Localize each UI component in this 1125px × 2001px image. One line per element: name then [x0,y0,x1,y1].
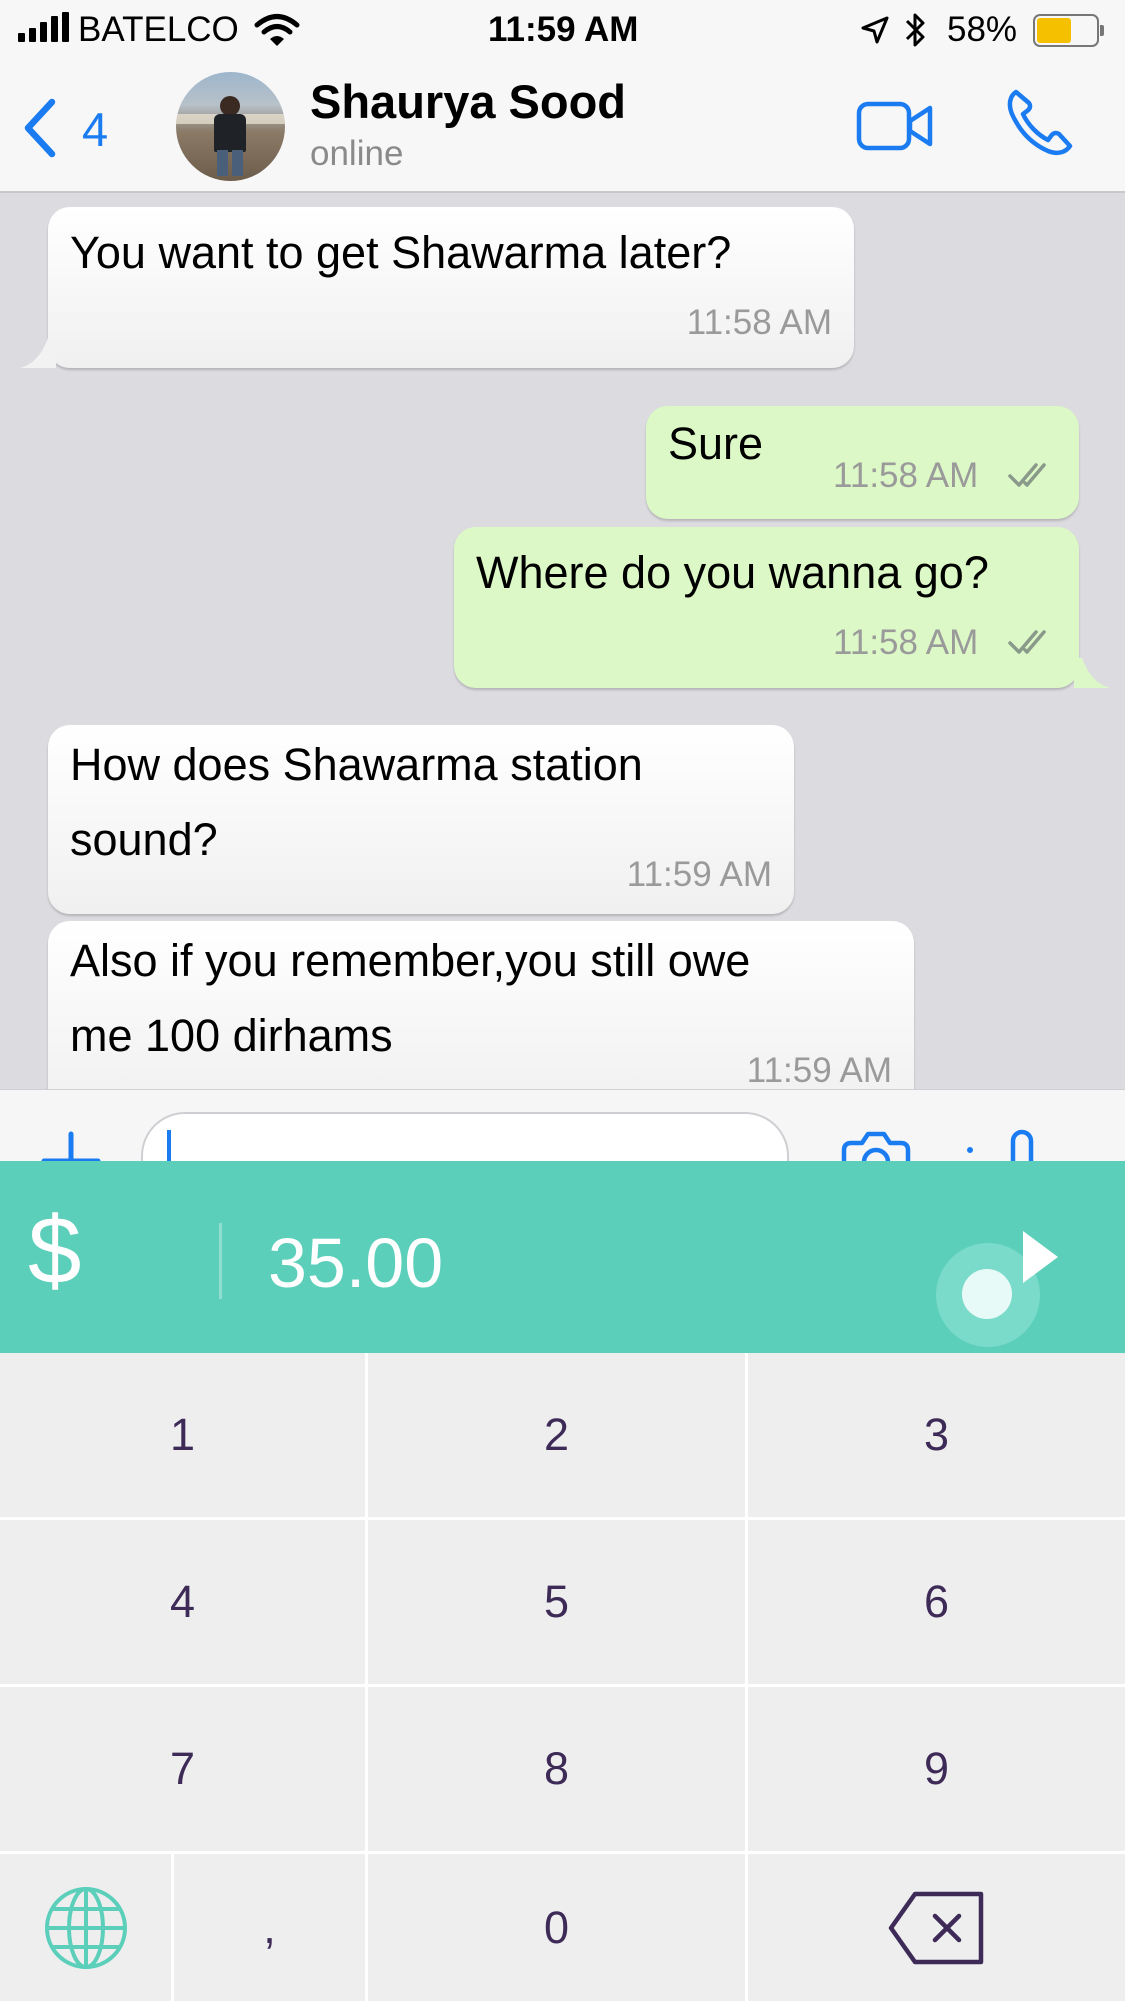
signal-bars-icon [0,0,80,62]
status-time: 11:59 AM [488,10,639,49]
plus-icon[interactable] [40,1130,102,1162]
read-receipt-icon [1008,463,1046,487]
key-0[interactable]: 0 [368,1854,745,2001]
message-text: Where do you wanna go? [476,547,989,598]
backspace-icon [888,1891,983,1964]
bubble-tail [20,338,56,368]
message-text: Sure [668,418,764,469]
send-arrow-icon [1023,1231,1058,1283]
key-8[interactable]: 8 [368,1687,745,1851]
message-time: 11:59 AM [746,1051,892,1089]
payment-amount-bar: $ 35.00 [0,1161,1125,1353]
battery-percent: 58% [947,10,1018,49]
bubble-tail [1074,658,1110,688]
key-label: 2 [543,1409,570,1460]
amount-field[interactable]: 35.00 [268,1223,443,1303]
back-count: 4 [82,103,109,156]
microphone-icon[interactable] [958,1126,1048,1162]
message-bubble-incoming[interactable]: Also if you remember,you still owe me 10… [48,921,914,1089]
backspace-key[interactable] [748,1854,1125,2001]
carrier-name: BATELCO [78,10,239,49]
message-time: 11:58 AM [833,623,979,662]
bluetooth-icon [905,13,925,47]
wifi-icon [254,14,300,46]
message-text: How does Shawarma station sound? [70,739,643,865]
key-7[interactable]: 7 [0,1687,365,1851]
message-time: 11:58 AM [833,456,979,495]
back-chevron-icon [24,98,56,158]
message-list[interactable]: You want to get Shawarma later? 11:58 AM… [0,193,1125,1089]
message-time: 11:58 AM [686,303,832,342]
currency-symbol[interactable]: $ [28,1201,81,1301]
chat-header: 4 Shaurya Sood online [0,62,1125,193]
key-9[interactable]: 9 [748,1687,1125,1851]
globe-key[interactable] [0,1854,171,2001]
avatar[interactable] [176,72,285,181]
contact-name[interactable]: Shaurya Sood [310,74,626,129]
key-label: 6 [923,1576,950,1627]
numeric-keypad: 1 2 3 4 5 6 7 8 9 , 0 [0,1353,1125,2001]
key-3[interactable]: 3 [748,1353,1125,1517]
read-receipt-icon [1008,630,1046,654]
camera-icon[interactable] [838,1130,914,1162]
location-arrow-icon [861,16,889,44]
message-time: 11:59 AM [626,855,772,894]
message-bubble-incoming[interactable]: You want to get Shawarma later? 11:58 AM [48,207,854,368]
key-label: 3 [923,1409,950,1460]
amount-divider [219,1223,222,1299]
message-bubble-outgoing[interactable]: Where do you wanna go? 11:58 AM [454,527,1079,688]
contact-status: online [310,134,404,173]
message-input[interactable] [141,1112,789,1162]
key-label: 5 [543,1576,570,1627]
message-text: Also if you remember,you still owe me 10… [70,935,751,1061]
back-button[interactable]: 4 [14,82,124,172]
key-label: 8 [543,1743,570,1794]
key-2[interactable]: 2 [368,1353,745,1517]
key-4[interactable]: 4 [0,1520,365,1684]
key-1[interactable]: 1 [0,1353,365,1517]
key-label: 1 [169,1409,196,1460]
key-label: 7 [169,1743,196,1794]
key-label: 4 [169,1576,196,1627]
send-payment-button[interactable] [930,1231,1058,1347]
key-label: 9 [923,1743,950,1794]
globe-icon [44,1886,127,1969]
text-cursor [167,1130,171,1162]
video-call-icon[interactable] [856,100,934,152]
key-label: , [263,1901,276,1953]
message-input-bar [0,1089,1125,1162]
status-bar: BATELCO 11:59 AM 58% [0,0,1125,62]
key-5[interactable]: 5 [368,1520,745,1684]
phone-call-icon[interactable] [1004,86,1074,158]
message-bubble-outgoing[interactable]: Sure 11:58 AM [646,406,1079,519]
key-6[interactable]: 6 [748,1520,1125,1684]
message-text: You want to get Shawarma later? [70,227,732,278]
key-label: 0 [543,1901,570,1953]
battery-icon [1033,14,1105,47]
key-comma[interactable]: , [174,1854,365,2001]
message-bubble-incoming[interactable]: How does Shawarma station sound? 11:59 A… [48,725,794,914]
